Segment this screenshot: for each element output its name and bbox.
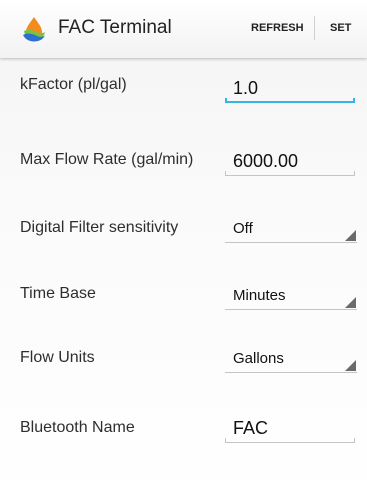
time-base-value: Minutes — [233, 287, 286, 304]
max-flow-rate-input[interactable]: 6000.00 — [225, 146, 355, 176]
kfactor-underline — [225, 98, 355, 103]
max-flow-rate-value: 6000.00 — [233, 151, 299, 171]
max-flow-rate-underline — [225, 171, 355, 176]
digital-filter-value: Off — [233, 220, 253, 237]
flow-units-label: Flow Units — [20, 349, 95, 366]
kfactor-value: 1.0 — [233, 78, 259, 98]
time-base-label: Time Base — [20, 285, 96, 302]
digital-filter-dropdown[interactable]: Off — [225, 213, 357, 243]
flow-units-value: Gallons — [233, 350, 284, 367]
kfactor-label: kFactor (pl/gal) — [20, 76, 127, 93]
dropdown-triangle-icon — [345, 230, 356, 241]
flow-units-underline — [225, 372, 357, 373]
time-base-dropdown[interactable]: Minutes — [225, 280, 357, 310]
bluetooth-name-input[interactable]: FAC — [225, 413, 355, 443]
action-bar: FAC Terminal REFRESH SET — [0, 0, 367, 58]
max-flow-rate-label: Max Flow Rate (gal/min) — [20, 151, 194, 168]
refresh-button[interactable]: REFRESH — [251, 21, 304, 35]
action-bar-divider — [314, 16, 315, 40]
digital-filter-label: Digital Filter sensitivity — [20, 219, 179, 236]
bluetooth-name-underline — [225, 438, 355, 443]
bluetooth-name-value: FAC — [233, 418, 269, 438]
time-base-underline — [225, 309, 357, 310]
fac-droplet-logo-icon — [23, 17, 45, 42]
dropdown-triangle-icon — [345, 297, 356, 308]
dropdown-triangle-icon — [345, 360, 356, 371]
flow-units-dropdown[interactable]: Gallons — [225, 343, 357, 373]
set-button[interactable]: SET — [330, 21, 351, 35]
app-title: FAC Terminal — [58, 17, 172, 38]
bluetooth-name-label: Bluetooth Name — [20, 419, 135, 436]
kfactor-input[interactable]: 1.0 — [225, 73, 355, 103]
digital-filter-underline — [225, 242, 357, 243]
